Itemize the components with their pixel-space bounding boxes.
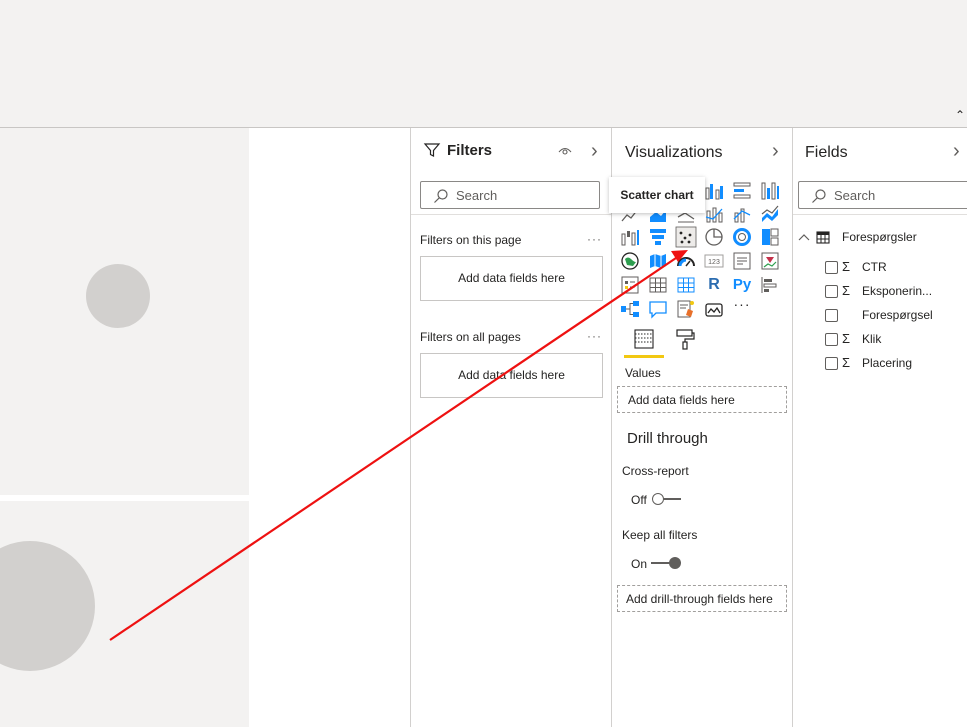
- drill-through-title: Drill through: [627, 430, 708, 447]
- scatter-chart-icon[interactable]: [675, 226, 697, 248]
- cross-report-label: Cross-report: [622, 464, 689, 478]
- treemap-icon[interactable]: [759, 226, 781, 248]
- field-name: CTR: [862, 260, 887, 274]
- card-icon[interactable]: 123: [703, 250, 725, 272]
- visualizations-title: Visualizations: [625, 144, 723, 161]
- filters-title: Filters: [447, 142, 493, 159]
- filters-search-placeholder: Search: [456, 188, 498, 203]
- scatter-chart-tooltip: Scatter chart: [609, 177, 705, 213]
- more-options-icon[interactable]: ···: [587, 329, 602, 343]
- slicer-icon[interactable]: [619, 274, 641, 296]
- report-canvas[interactable]: [0, 128, 410, 727]
- table-name[interactable]: Forespørgsler: [842, 230, 917, 244]
- matrix-icon[interactable]: [675, 274, 697, 296]
- keep-all-filters-state: On: [631, 557, 648, 571]
- visualizations-pane: Visualizations › 123 R Py ··· Values Add…: [611, 128, 793, 727]
- clustered-column-chart-icon[interactable]: [703, 180, 725, 202]
- fields-well-icon[interactable]: [633, 328, 655, 350]
- pie-chart-icon[interactable]: [703, 226, 725, 248]
- active-tab-indicator: [624, 355, 664, 358]
- r-visual-icon[interactable]: R: [703, 274, 725, 296]
- keep-all-filters-label: Keep all filters: [622, 528, 698, 542]
- eye-icon[interactable]: [558, 146, 572, 156]
- fields-pane: Fields › Search Forespørgsler: [792, 128, 967, 727]
- card-label: 123: [708, 259, 720, 266]
- chevron-up-icon[interactable]: ⌃: [955, 108, 965, 122]
- map-icon[interactable]: [619, 250, 641, 272]
- drill-through-drop-zone[interactable]: Add drill-through fields here: [617, 585, 787, 612]
- fields-search-placeholder: Search: [834, 188, 876, 203]
- cross-report-toggle[interactable]: [651, 491, 683, 507]
- placeholder-circle: [86, 264, 150, 328]
- waterfall-chart-icon[interactable]: [619, 226, 641, 248]
- sigma-icon: Σ: [842, 283, 851, 298]
- filters-search-input[interactable]: Search: [420, 181, 600, 209]
- filled-map-icon[interactable]: [647, 250, 669, 272]
- search-icon: [434, 189, 448, 203]
- divider: [793, 214, 967, 215]
- more-options-icon[interactable]: ···: [587, 232, 602, 246]
- sigma-icon: Σ: [842, 355, 851, 370]
- keep-all-filters-toggle[interactable]: [651, 555, 683, 571]
- divider: [411, 214, 611, 215]
- field-name: Forespørgsel: [862, 308, 933, 322]
- funnel-chart-icon[interactable]: [647, 226, 669, 248]
- more-visuals-icon[interactable]: ···: [731, 296, 753, 318]
- field-name: Eksponerin...: [862, 284, 933, 298]
- visual-placeholder-bottom[interactable]: [0, 501, 249, 727]
- filters-all-pages-drop-zone[interactable]: Add data fields here: [420, 353, 603, 398]
- donut-chart-icon[interactable]: [731, 226, 753, 248]
- table-icon: [816, 231, 830, 244]
- kpi-icon[interactable]: [759, 250, 781, 272]
- filters-page-drop-zone[interactable]: Add data fields here: [420, 256, 603, 301]
- key-influencers-icon[interactable]: [759, 274, 781, 296]
- qna-icon[interactable]: [647, 298, 669, 320]
- sigma-icon: Σ: [842, 259, 851, 274]
- stacked-bar-100-chart-icon[interactable]: [731, 180, 753, 202]
- fields-search-input[interactable]: Search: [798, 181, 967, 209]
- filters-on-all-pages-label: Filters on all pages: [420, 330, 521, 344]
- field-name: Placering: [862, 356, 913, 370]
- values-label: Values: [625, 366, 661, 380]
- paint-roller-icon[interactable]: [674, 328, 696, 350]
- paginated-report-icon[interactable]: [703, 298, 725, 320]
- checkbox[interactable]: [825, 261, 838, 274]
- smart-narrative-icon[interactable]: [675, 298, 697, 320]
- visual-placeholder-top[interactable]: [0, 128, 249, 495]
- placeholder-circle: [0, 541, 95, 671]
- values-drop-zone[interactable]: Add data fields here: [617, 386, 787, 413]
- decomposition-tree-icon[interactable]: [619, 298, 641, 320]
- search-icon: [812, 189, 826, 203]
- python-visual-icon[interactable]: Py: [731, 274, 753, 296]
- fields-title: Fields: [805, 144, 848, 161]
- ribbon-chart-icon[interactable]: [759, 203, 781, 225]
- filters-on-this-page-label: Filters on this page: [420, 233, 522, 247]
- chevron-up-icon[interactable]: [798, 232, 810, 242]
- visualizations-collapse-chevron-icon[interactable]: ›: [772, 140, 779, 163]
- filters-collapse-chevron-icon[interactable]: ›: [591, 140, 598, 163]
- multi-row-card-icon[interactable]: [731, 250, 753, 272]
- line-stacked-column-chart-icon[interactable]: [731, 203, 753, 225]
- checkbox[interactable]: [825, 285, 838, 298]
- stacked-column-100-chart-icon[interactable]: [759, 180, 781, 202]
- checkbox[interactable]: [825, 357, 838, 370]
- filter-icon: [423, 143, 441, 157]
- fields-collapse-chevron-icon[interactable]: ›: [953, 140, 960, 163]
- sigma-icon: Σ: [842, 331, 851, 346]
- ribbon: ⌃: [0, 0, 967, 128]
- checkbox[interactable]: [825, 333, 838, 346]
- cross-report-state: Off: [631, 493, 647, 507]
- field-name: Klik: [862, 332, 882, 346]
- table-icon[interactable]: [647, 274, 669, 296]
- checkbox[interactable]: [825, 309, 838, 322]
- filters-pane: Filters › Search Filters on this page ··…: [410, 128, 612, 727]
- line-clustered-column-chart-icon[interactable]: [703, 203, 725, 225]
- shape-map-icon[interactable]: [675, 250, 697, 272]
